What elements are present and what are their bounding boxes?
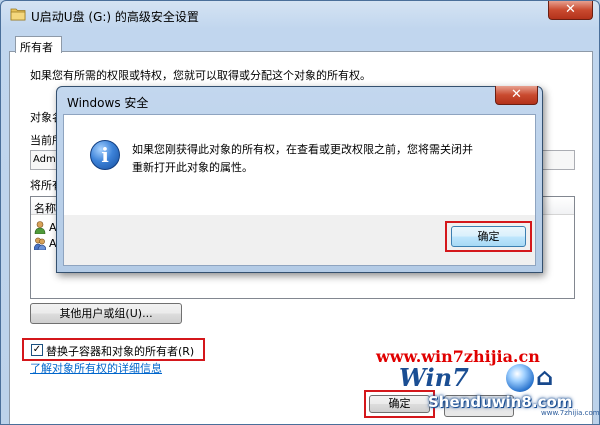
dialog-ok-highlight: 确定 (445, 221, 532, 252)
folder-icon (10, 8, 26, 21)
watermark-small-url: www.7zhijia.com (541, 409, 600, 417)
replace-owner-label[interactable]: 替换子容器和对象的所有者(R) (46, 343, 194, 359)
windows-orb-icon (506, 364, 534, 392)
watermark-logo: Win7 (399, 363, 469, 392)
dialog-title: Windows 安全 (67, 96, 149, 110)
replace-owner-highlight: ✓ 替换子容器和对象的所有者(R) (22, 338, 205, 361)
ok-button[interactable]: 确定 (369, 395, 430, 413)
dialog-body: i 如果您刚获得此对象的所有权，在查看或更改权限之前，您将需关闭并 重新打开此对… (63, 114, 536, 266)
window-close-button[interactable]: ✕ (548, 1, 593, 20)
other-users-button[interactable]: 其他用户或组(U)... (30, 303, 182, 324)
dialog-ok-button[interactable]: 确定 (451, 226, 526, 247)
dialog-message-line2: 重新打开此对象的属性。 (132, 161, 253, 174)
window-title: U启动U盘 (G:) 的高级安全设置 (31, 10, 199, 24)
ok-button-highlight: 确定 (364, 390, 435, 418)
learn-more-link[interactable]: 了解对象所有权的详细信息 (30, 360, 162, 376)
intro-text: 如果您有所需的权限或特权，您就可以取得或分配这个对象的所有权。 (30, 69, 371, 82)
dialog-close-button[interactable]: ✕ (495, 86, 538, 105)
dialog-message-line1: 如果您刚获得此对象的所有权，在查看或更改权限之前，您将需关闭并 (132, 143, 473, 156)
replace-owner-checkbox[interactable]: ✓ (31, 344, 43, 356)
dialog-message-area: i 如果您刚获得此对象的所有权，在查看或更改权限之前，您将需关闭并 重新打开此对… (64, 115, 535, 215)
advanced-security-window: U启动U盘 (G:) 的高级安全设置 ✕ 所有者 如果您有所需的权限或特权，您就… (0, 0, 600, 425)
home-icon: ⌂ (536, 363, 554, 391)
tab-owner[interactable]: 所有者 (15, 36, 62, 54)
user-icon (34, 221, 46, 234)
info-icon: i (90, 140, 120, 170)
windows-security-dialog: Windows 安全 ✕ i 如果您刚获得此对象的所有权，在查看或更改权限之前，… (56, 86, 543, 273)
column-name-header[interactable]: 名称 (34, 200, 56, 216)
group-icon (34, 237, 46, 250)
